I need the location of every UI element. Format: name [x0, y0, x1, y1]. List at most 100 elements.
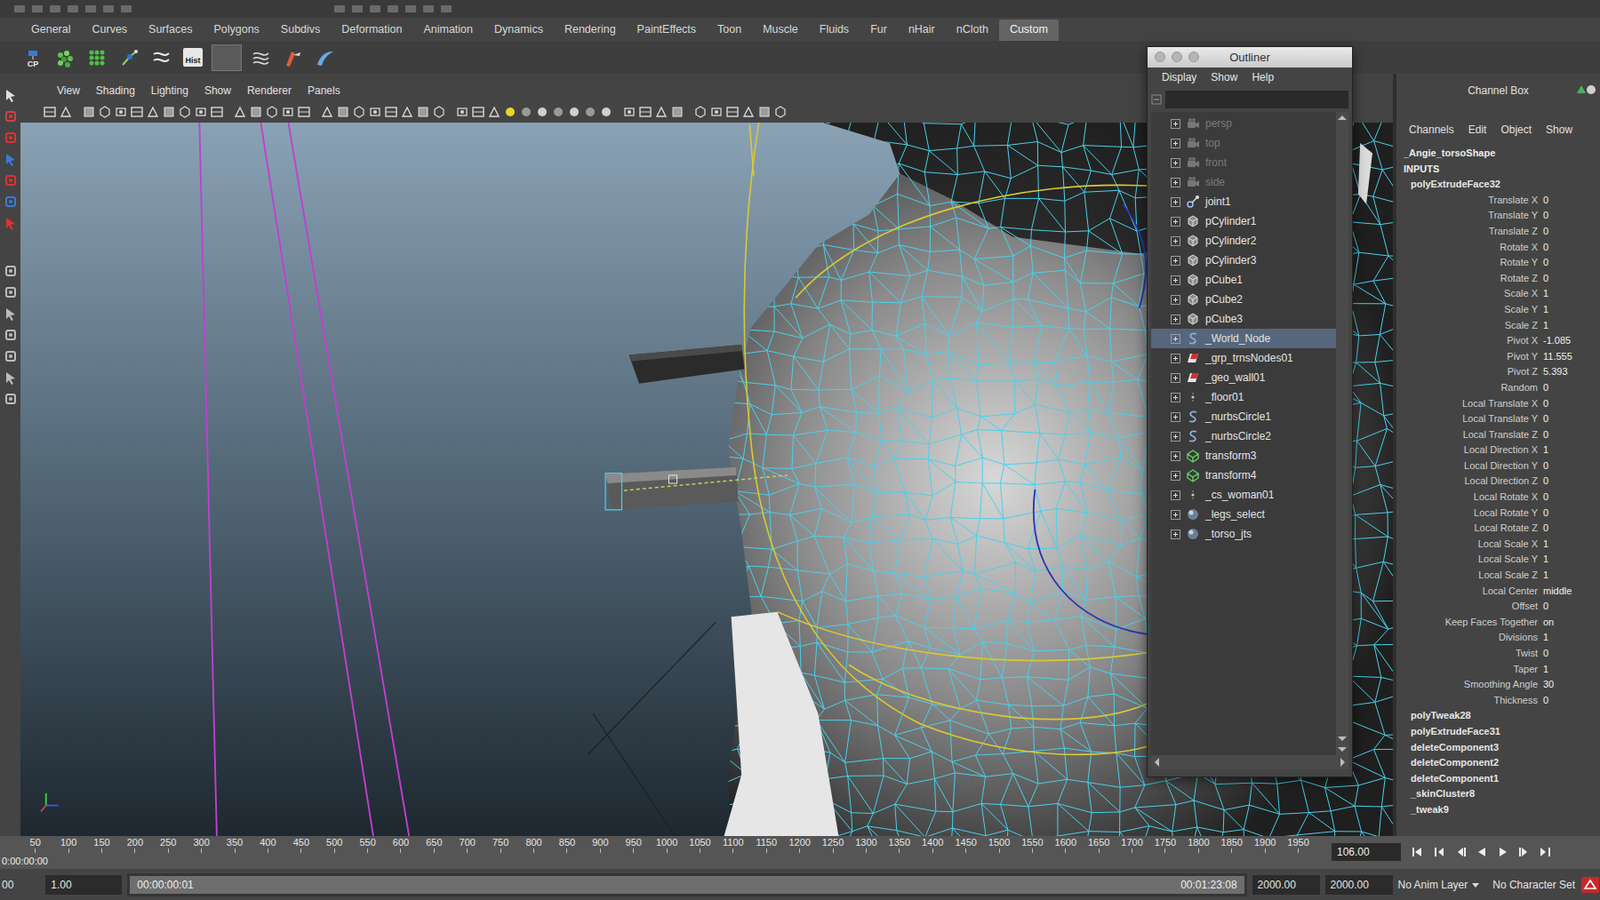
- attribute-value[interactable]: -1.085: [1541, 333, 1600, 350]
- panel-tool-icon[interactable]: [671, 105, 684, 119]
- shelf-tab[interactable]: nCloth: [945, 19, 1000, 41]
- panel-tool-icon[interactable]: [146, 105, 160, 119]
- expand-toggle-icon[interactable]: [1170, 529, 1181, 540]
- shelf-button[interactable]: [279, 44, 306, 72]
- outliner-item[interactable]: _legs_select: [1151, 504, 1336, 525]
- attribute-value[interactable]: 0: [1541, 599, 1600, 616]
- attribute-value[interactable]: 0: [1541, 255, 1600, 272]
- expand-toggle-icon[interactable]: [1170, 334, 1181, 344]
- panel-tool-icon[interactable]: [210, 105, 224, 119]
- panel-tool-icon[interactable]: [726, 105, 739, 119]
- outliner-item[interactable]: _nurbsCircle1: [1151, 407, 1336, 427]
- expand-toggle-icon[interactable]: [1170, 295, 1181, 305]
- playback-end-field[interactable]: 2000.00: [1252, 875, 1320, 896]
- panel-menu-item[interactable]: Panels: [299, 82, 349, 101]
- panel-tool-icon[interactable]: [162, 105, 176, 119]
- menu-icon[interactable]: [67, 5, 79, 13]
- panel-tool-icon[interactable]: [82, 105, 96, 119]
- expand-toggle-icon[interactable]: [1170, 236, 1181, 247]
- tool-icon[interactable]: [3, 306, 18, 321]
- tool-icon[interactable]: [3, 264, 18, 279]
- start-time-field[interactable]: 00: [0, 875, 19, 896]
- tick-area[interactable]: 5010015020025030035040045050055060065070…: [0, 836, 1327, 870]
- input-node[interactable]: polyExtrudeFace32: [1403, 176, 1600, 193]
- panel-tool-icon[interactable]: [416, 105, 430, 119]
- attribute-row[interactable]: Pivot X-1.085: [1403, 333, 1600, 350]
- attribute-value[interactable]: 1: [1541, 630, 1600, 647]
- shelf-tab[interactable]: Curves: [80, 19, 138, 41]
- expand-toggle-icon[interactable]: [1170, 158, 1181, 168]
- panel-tool-icon[interactable]: [59, 105, 72, 119]
- expand-toggle-icon[interactable]: [1170, 451, 1181, 462]
- shelf-button[interactable]: [51, 44, 79, 72]
- shelf-button[interactable]: [247, 44, 274, 72]
- shelf-tab[interactable]: PaintEffects: [626, 19, 707, 41]
- panel-tool-icon[interactable]: [639, 105, 652, 119]
- menu-icon[interactable]: [85, 5, 96, 13]
- channel-box-options-icon[interactable]: [1575, 82, 1597, 97]
- attribute-value[interactable]: on: [1541, 615, 1600, 632]
- panel-tool-icon[interactable]: [623, 105, 636, 119]
- outliner-item[interactable]: _grp_trnsNodes01: [1151, 348, 1336, 368]
- expand-toggle-icon[interactable]: [1170, 392, 1181, 403]
- attribute-row[interactable]: Pivot Y11.555: [1403, 349, 1600, 366]
- expand-toggle-icon[interactable]: [1170, 314, 1181, 325]
- menu-icon[interactable]: [440, 5, 452, 13]
- outliner-item[interactable]: pCylinder1: [1151, 211, 1336, 232]
- panel-tool-icon[interactable]: [710, 105, 723, 119]
- tool-icon[interactable]: [3, 173, 18, 188]
- outliner-item[interactable]: pCube1: [1151, 270, 1336, 290]
- input-node[interactable]: deleteComponent2: [1403, 755, 1600, 772]
- attribute-row[interactable]: Random0: [1403, 380, 1600, 397]
- panel-tool-icon[interactable]: [249, 105, 263, 119]
- playback-button[interactable]: [1448, 843, 1471, 862]
- attribute-row[interactable]: Taper1: [1403, 662, 1600, 679]
- attribute-value[interactable]: 0: [1541, 693, 1600, 710]
- expand-toggle-icon[interactable]: [1170, 256, 1181, 266]
- attribute-value[interactable]: 0: [1541, 520, 1600, 537]
- panel-tool-icon[interactable]: [758, 105, 771, 119]
- tool-icon[interactable]: [3, 109, 18, 124]
- attribute-row[interactable]: Translate Y0: [1403, 208, 1600, 224]
- attribute-value[interactable]: 0: [1541, 427, 1600, 444]
- panel-tool-icon[interactable]: [536, 105, 549, 119]
- playback-start-field[interactable]: 1.00: [45, 875, 122, 896]
- attribute-value[interactable]: 1: [1541, 286, 1600, 303]
- panel-tool-icon[interactable]: [178, 105, 192, 119]
- tool-icon[interactable]: [3, 349, 18, 364]
- attribute-value[interactable]: 1: [1541, 552, 1600, 568]
- outliner-item[interactable]: transform3: [1151, 446, 1336, 466]
- shelf-tab[interactable]: General: [20, 19, 81, 41]
- shelf-button[interactable]: [147, 44, 175, 72]
- attribute-row[interactable]: Local Translate Y0: [1403, 411, 1600, 428]
- playback-button[interactable]: [1406, 843, 1428, 862]
- time-slider[interactable]: 5010015020025030035040045050055060065070…: [0, 836, 1600, 870]
- scroll-up-icon[interactable]: [1336, 112, 1349, 123]
- attribute-value[interactable]: 0: [1541, 396, 1600, 413]
- menu-icon[interactable]: [49, 5, 61, 13]
- expand-toggle-icon[interactable]: [1170, 216, 1181, 227]
- attribute-value[interactable]: 1: [1541, 318, 1600, 335]
- menu-icon[interactable]: [103, 5, 114, 13]
- shelf-tab[interactable]: Surfaces: [137, 19, 203, 41]
- shelf-tab[interactable]: Dynamics: [483, 19, 554, 41]
- shelf-tab[interactable]: Animation: [412, 19, 484, 41]
- menu-icon[interactable]: [387, 5, 399, 13]
- playback-button[interactable]: [1491, 843, 1513, 862]
- vertical-scrollbar[interactable]: [1336, 112, 1349, 756]
- panel-tool-icon[interactable]: [584, 105, 597, 119]
- panel-tool-icon[interactable]: [194, 105, 208, 119]
- outliner-item[interactable]: side: [1151, 172, 1336, 192]
- attribute-row[interactable]: Pivot Z5.393: [1403, 364, 1600, 381]
- attribute-row[interactable]: Rotate Z0: [1403, 271, 1600, 288]
- playback-button[interactable]: [1470, 843, 1492, 862]
- input-node[interactable]: deleteComponent1: [1403, 771, 1600, 788]
- input-node[interactable]: _skinCluster8: [1403, 786, 1600, 803]
- expand-toggle-icon[interactable]: [1170, 373, 1181, 384]
- attribute-row[interactable]: Rotate Y0: [1403, 255, 1600, 272]
- channel-box-menu-item[interactable]: Show: [1540, 121, 1578, 138]
- character-set-dropdown[interactable]: No Character Set: [1492, 877, 1576, 894]
- panel-tool-icon[interactable]: [297, 105, 311, 119]
- shelf-tab[interactable]: Rendering: [553, 19, 627, 41]
- attribute-row[interactable]: Twist0: [1403, 646, 1600, 663]
